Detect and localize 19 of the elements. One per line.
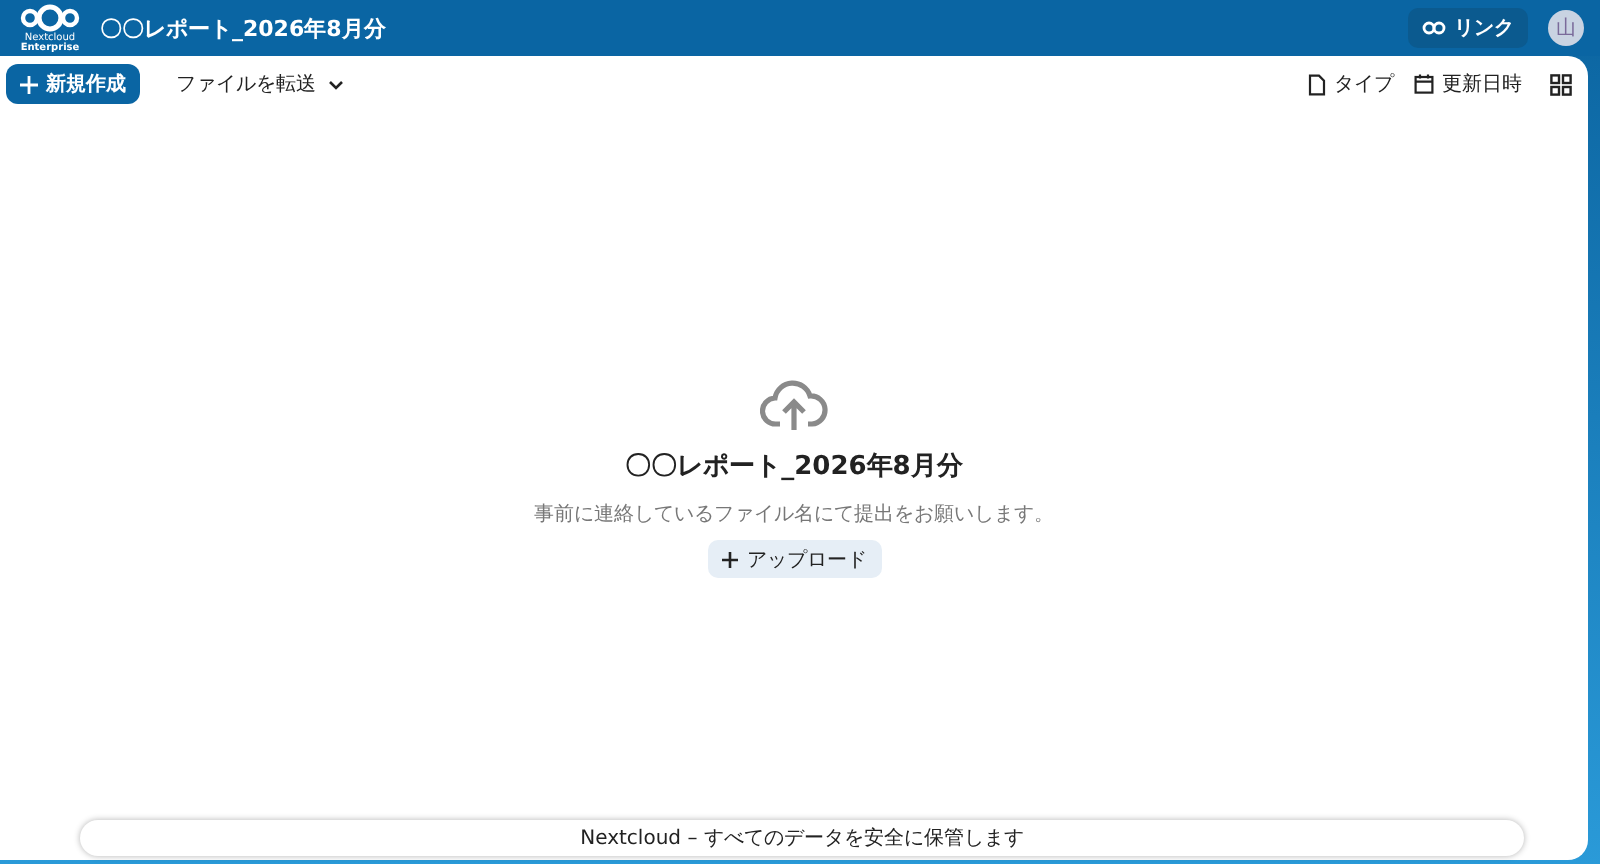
plus-icon — [20, 75, 38, 93]
sort-modified-button[interactable]: 更新日時 — [1414, 70, 1522, 98]
link-button[interactable]: リンク — [1408, 8, 1528, 48]
file-icon — [1308, 73, 1326, 95]
upload-button[interactable]: アップロード — [707, 540, 881, 578]
empty-description: 事前に連絡しているファイル名にて提出をお願いします。 — [534, 501, 1054, 528]
sort-type-button[interactable]: タイプ — [1308, 70, 1394, 98]
cloud-upload-icon — [760, 380, 828, 432]
plus-icon — [721, 551, 737, 567]
new-button[interactable]: 新規作成 — [6, 64, 140, 104]
window-title: 〇〇レポート_2026年8月分 — [100, 13, 386, 43]
empty-title: 〇〇レポート_2026年8月分 — [625, 450, 963, 484]
grid-view-icon[interactable] — [1550, 73, 1572, 95]
calendar-icon — [1414, 74, 1434, 94]
logo-icon[interactable] — [20, 3, 80, 31]
footer-text: Nextcloud – すべてのデータを安全に保管します — [580, 825, 1024, 852]
chevron-down-icon — [328, 79, 344, 89]
link-icon — [1422, 20, 1446, 36]
transfer-menu[interactable]: ファイルを転送 — [164, 68, 356, 100]
